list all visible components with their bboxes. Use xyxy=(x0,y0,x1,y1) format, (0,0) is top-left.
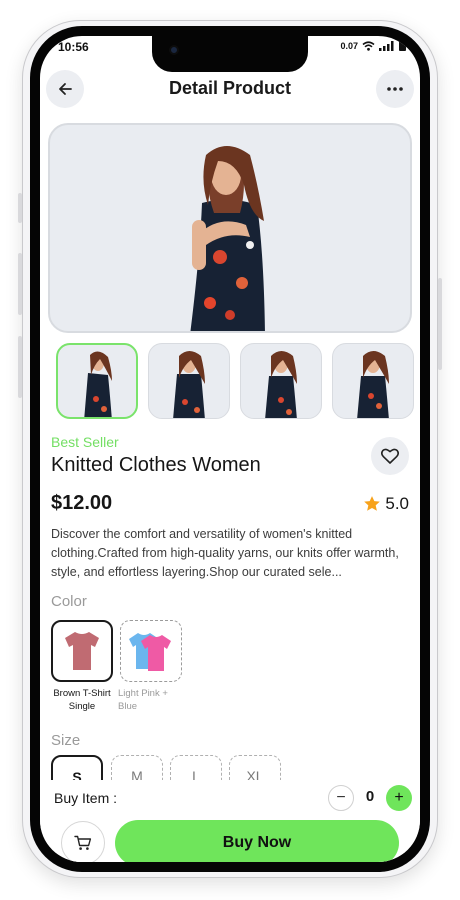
product-name: Knitted Clothes Women xyxy=(51,454,261,476)
thumbnail-photo xyxy=(84,351,112,417)
quantity-decrease-button[interactable]: − xyxy=(328,785,354,811)
app-screen: 10:56 0.07 Detail Product Best Seller Kn… xyxy=(40,36,420,862)
color-option-brown-label: Brown T-Shirt Single xyxy=(53,688,111,712)
battery-icon xyxy=(399,41,406,51)
phone-volume-up-button xyxy=(18,253,22,315)
brown-tshirt-image xyxy=(65,632,99,670)
color-option-pink-blue-label: Light Pink + Blue xyxy=(118,688,168,712)
more-options-button[interactable] xyxy=(376,70,414,108)
star-icon xyxy=(364,496,381,511)
best-seller-badge: Best Seller xyxy=(51,434,119,450)
camera-notch xyxy=(152,36,308,72)
product-rating: 5.0 xyxy=(363,494,409,514)
pink-blue-tshirts-image xyxy=(129,633,171,671)
model-photo xyxy=(190,146,265,331)
wifi-icon xyxy=(362,40,375,51)
thumbnail-photo xyxy=(357,351,389,418)
color-option-pink-blue[interactable] xyxy=(120,620,182,682)
thumbnail-photo xyxy=(265,351,297,418)
size-section-label: Size xyxy=(51,732,81,749)
phone-volume-down-button xyxy=(18,336,22,398)
heart-icon xyxy=(381,448,399,464)
quantity-value: 0 xyxy=(365,788,375,805)
status-icons: 0.07 xyxy=(340,40,406,51)
buy-item-label: Buy Item : xyxy=(54,790,118,806)
network-speed: 0.07 xyxy=(340,40,358,51)
product-description: Discover the comfort and versatility of … xyxy=(51,527,399,579)
status-time: 10:56 xyxy=(58,40,89,54)
page-title: Detail Product xyxy=(168,78,292,98)
cart-icon xyxy=(74,835,92,850)
front-camera xyxy=(169,45,179,55)
quantity-increase-button[interactable]: + xyxy=(386,785,412,811)
thumbnail-gallery xyxy=(56,343,414,419)
thumbnail-photo xyxy=(173,351,205,418)
add-to-cart-button[interactable] xyxy=(61,821,105,862)
color-option-brown[interactable] xyxy=(51,620,113,682)
thumbnail-1[interactable] xyxy=(56,343,138,419)
thumbnail-3[interactable] xyxy=(240,343,322,419)
more-dots-icon xyxy=(387,87,403,91)
product-main-image xyxy=(48,123,412,333)
signal-icon xyxy=(379,40,394,51)
thumbnail-4[interactable] xyxy=(332,343,414,419)
color-section-label: Color xyxy=(51,593,87,610)
phone-action-button xyxy=(18,193,22,223)
buy-now-button[interactable]: Buy Now xyxy=(115,820,399,862)
phone-power-button xyxy=(438,278,442,370)
product-price: $12.00 xyxy=(51,492,113,514)
favorite-button[interactable] xyxy=(371,437,409,475)
thumbnail-2[interactable] xyxy=(148,343,230,419)
rating-value: 5.0 xyxy=(385,494,409,513)
